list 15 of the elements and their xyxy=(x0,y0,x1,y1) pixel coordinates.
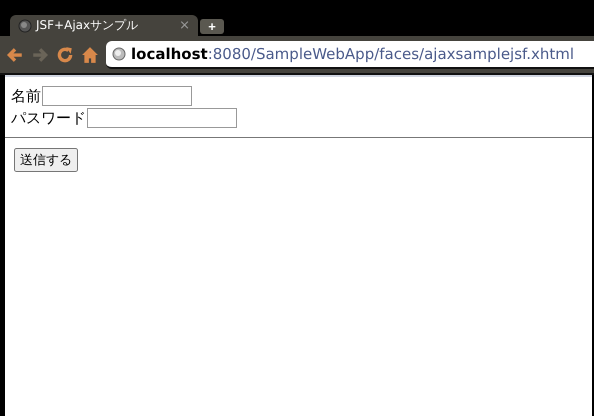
home-icon[interactable] xyxy=(81,46,99,64)
field-label: 名前 xyxy=(11,86,41,106)
submit-button[interactable]: 送信する xyxy=(14,148,78,172)
browser-tab[interactable]: JSF+Ajaxサンプル × xyxy=(10,15,198,36)
globe-icon xyxy=(18,18,32,32)
url-text: localhost:8080/SampleWebApp/faces/ajaxsamplejsf.xhtml xyxy=(131,44,574,62)
tab-title: JSF+Ajaxサンプル xyxy=(36,17,140,34)
input-field[interactable] xyxy=(87,108,237,128)
globe-icon xyxy=(112,46,126,60)
field-label: パスワード xyxy=(11,108,86,128)
input-field[interactable] xyxy=(42,86,192,106)
back-arrow-icon[interactable] xyxy=(6,46,24,64)
reload-icon[interactable] xyxy=(56,46,74,64)
address-bar[interactable]: localhost:8080/SampleWebApp/faces/ajaxsamplejsf.xhtml xyxy=(106,40,594,68)
new-tab-button[interactable]: + xyxy=(200,19,224,34)
